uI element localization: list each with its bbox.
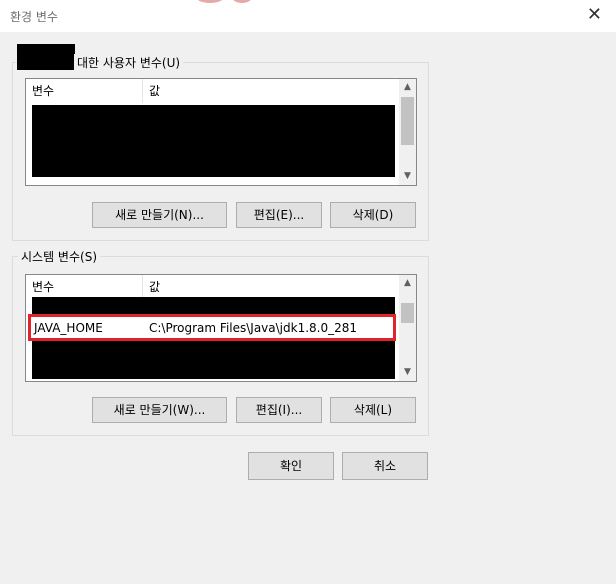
ok-button[interactable]: 확인 [248, 452, 334, 480]
scroll-thumb[interactable] [401, 97, 414, 145]
title-decoration [232, 0, 252, 3]
column-header-value[interactable]: 값 [143, 275, 399, 299]
column-header-name[interactable]: 변수 [26, 275, 143, 299]
system-edit-button[interactable]: 편집(I)... [236, 397, 322, 423]
list-header: 변수 값 [26, 275, 399, 299]
user-new-button[interactable]: 새로 만들기(N)... [92, 202, 227, 228]
user-edit-button[interactable]: 편집(E)... [236, 202, 322, 228]
redacted-rows [32, 297, 395, 315]
column-header-name[interactable]: 변수 [26, 79, 143, 103]
redacted-rows [32, 341, 395, 379]
scroll-thumb[interactable] [401, 303, 414, 323]
redacted-username [17, 44, 75, 70]
scroll-up-icon[interactable]: ▲ [399, 275, 416, 292]
redacted-rows [32, 105, 395, 177]
list-header: 변수 값 [26, 79, 399, 103]
user-variables-list[interactable]: 변수 값 ▲ ▼ [25, 78, 417, 186]
vertical-scrollbar[interactable]: ▲ ▼ [399, 79, 416, 185]
title-bar: 환경 변수 ✕ [0, 0, 616, 32]
column-header-value[interactable]: 값 [143, 79, 399, 103]
system-delete-button[interactable]: 삭제(L) [330, 397, 416, 423]
scroll-down-icon[interactable]: ▼ [399, 364, 416, 381]
vertical-scrollbar[interactable]: ▲ ▼ [399, 275, 416, 381]
title-decoration [196, 0, 224, 3]
highlight-box [28, 314, 396, 341]
scroll-down-icon[interactable]: ▼ [399, 168, 416, 185]
close-icon[interactable]: ✕ [587, 4, 602, 25]
system-variables-label: 시스템 변수(S) [18, 248, 100, 265]
system-new-button[interactable]: 새로 만들기(W)... [92, 397, 227, 423]
user-delete-button[interactable]: 삭제(D) [330, 202, 416, 228]
scroll-up-icon[interactable]: ▲ [399, 79, 416, 96]
user-variables-label: 대한 사용자 변수(U) [74, 54, 184, 71]
window-title: 환경 변수 [10, 10, 58, 24]
cancel-button[interactable]: 취소 [342, 452, 428, 480]
